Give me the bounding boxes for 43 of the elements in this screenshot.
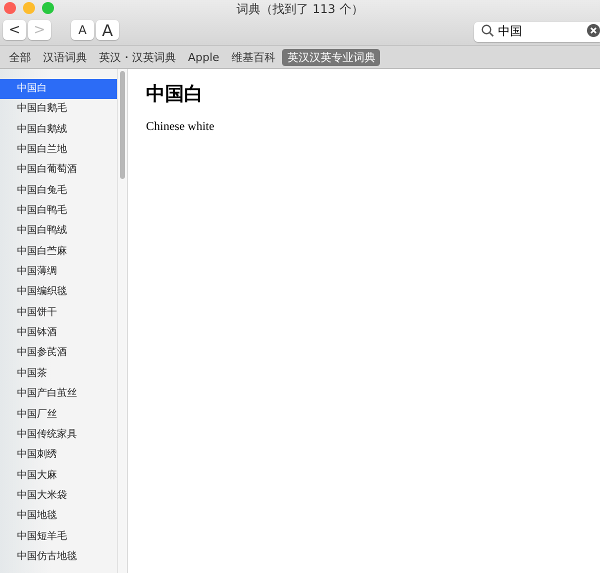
word-list-item[interactable]: 中国白鹅绒: [0, 120, 117, 140]
definition-text: Chinese white: [146, 119, 216, 134]
clear-icon[interactable]: [587, 24, 600, 36]
back-button[interactable]: <: [3, 20, 26, 40]
word-list-item[interactable]: 中国参芪酒: [0, 343, 117, 364]
word-list-item[interactable]: 中国传统家具: [0, 424, 117, 446]
font-smaller-button[interactable]: A: [71, 20, 94, 40]
word-list-item[interactable]: 中国白葡萄酒: [0, 160, 117, 181]
close-button[interactable]: [4, 2, 16, 14]
search-field[interactable]: 中国: [474, 22, 600, 42]
word-list-item[interactable]: 中国钵酒: [0, 323, 117, 344]
word-list-item[interactable]: 中国茶: [0, 364, 117, 384]
word-list-item[interactable]: 中国饼干: [0, 302, 117, 324]
word-list-item[interactable]: 中国白鸭毛: [0, 201, 117, 222]
minimize-button[interactable]: [23, 2, 35, 14]
word-list-item[interactable]: 中国薄绸: [0, 262, 117, 282]
word-list-item[interactable]: 中国仿古地毯: [0, 546, 117, 568]
word-list-item[interactable]: 中国刺绣: [0, 445, 117, 466]
zoom-button[interactable]: [42, 2, 54, 14]
scrollbar-thumb[interactable]: [120, 71, 125, 179]
word-list-item[interactable]: 中国白兰地: [0, 140, 117, 160]
font-larger-button[interactable]: A: [96, 20, 119, 40]
word-list-item[interactable]: 中国白鹅毛: [0, 99, 117, 120]
word-list-item[interactable]: 中国短羊毛: [0, 526, 117, 547]
word-list-item[interactable]: 中国厂丝: [0, 404, 117, 425]
dictionary-tab[interactable]: 汉语词典: [38, 48, 92, 66]
dictionary-tab[interactable]: 全部: [4, 48, 36, 66]
word-list-item[interactable]: 中国大麻: [0, 466, 117, 486]
word-list-item[interactable]: 中国编织毯: [0, 282, 117, 303]
word-list-item[interactable]: 中国白苎麻: [0, 242, 117, 262]
word-list-item[interactable]: 中国大米袋: [0, 486, 117, 506]
window-title: 词典（找到了 113 个）: [236, 1, 364, 18]
dictionary-tab[interactable]: 维基百科: [226, 48, 280, 66]
word-list-item[interactable]: 中国产白茧丝: [0, 384, 117, 404]
dictionary-tab[interactable]: 英汉汉英专业词典: [282, 48, 380, 66]
dictionary-tab[interactable]: Apple: [183, 50, 224, 64]
word-list-item[interactable]: 中国白兔毛: [0, 180, 117, 202]
word-list-item[interactable]: 中国地毯: [0, 506, 117, 527]
dictionary-tab[interactable]: 英汉・汉英词典: [94, 48, 181, 66]
search-icon: [481, 24, 494, 37]
headword: 中国白: [146, 82, 204, 107]
word-list-item[interactable]: 中国白: [0, 79, 117, 100]
word-list-item[interactable]: 中国白鸭绒: [0, 221, 117, 242]
